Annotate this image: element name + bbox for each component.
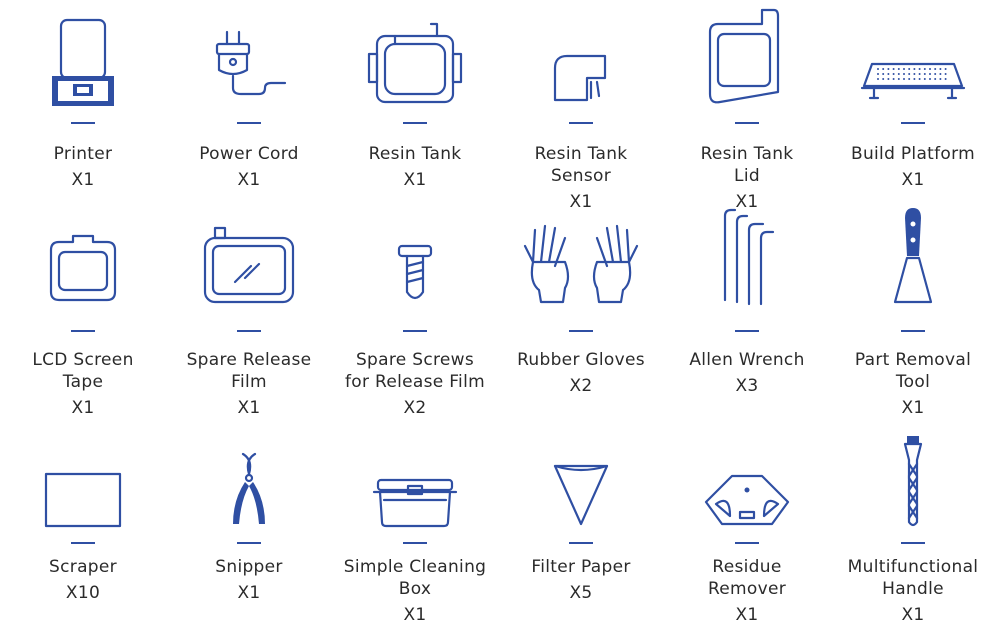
item-name-line: Tape	[62, 372, 104, 392]
item-quantity: X1	[901, 605, 925, 625]
separator-dash	[403, 122, 427, 124]
item-name-line: Handle	[882, 579, 944, 599]
item-name-line: Resin Tank	[368, 144, 462, 164]
separator-dash	[403, 330, 427, 332]
separator-dash	[735, 330, 759, 332]
item-label: Resin Tank Sensor X1	[498, 143, 664, 213]
item-label: Scraper X10	[0, 556, 166, 604]
separator-dash	[735, 542, 759, 544]
item-name-line: Build Platform	[851, 144, 975, 164]
item-label: LCD Screen Tape X1	[0, 349, 166, 419]
separator-dash	[71, 330, 95, 332]
item-name-line: Film	[231, 372, 267, 392]
item-quantity: X1	[735, 605, 759, 625]
item-name-line: Rubber Gloves	[517, 350, 645, 370]
separator-dash	[237, 122, 261, 124]
item-name-line: Scraper	[49, 557, 117, 577]
separator-dash	[901, 122, 925, 124]
item-name-line: Power Cord	[199, 144, 299, 164]
separator-dash	[403, 542, 427, 544]
item-name-line: LCD Screen	[32, 350, 134, 370]
item-label: Power Cord X1	[166, 143, 332, 191]
release-film-icon	[201, 226, 297, 306]
item-quantity: X3	[735, 376, 759, 396]
item-name-line: for Release Film	[345, 372, 485, 392]
item-quantity: X2	[403, 398, 427, 418]
scraper-icon	[42, 470, 124, 530]
item-label: Resin Tank X1	[332, 143, 498, 191]
item-label: Filter Paper X5	[498, 556, 664, 604]
item-quantity: X1	[71, 398, 95, 418]
item-label: Build Platform X1	[830, 143, 996, 191]
item-label: Printer X1	[0, 143, 166, 191]
item-quantity: X1	[237, 583, 261, 603]
item-name-line: Resin Tank	[700, 144, 794, 164]
lcd-screen-tape-icon	[45, 230, 121, 306]
item-label: Rubber Gloves X2	[498, 349, 664, 397]
printer-icon	[48, 18, 118, 108]
separator-dash	[901, 330, 925, 332]
item-name-line: Tool	[895, 372, 931, 392]
item-name-line: Simple Cleaning	[343, 557, 487, 577]
item-quantity: X1	[569, 192, 593, 212]
residue-remover-icon	[702, 470, 792, 530]
item-label: Simple Cleaning Box X1	[332, 556, 498, 626]
build-platform-icon	[858, 58, 968, 108]
item-label: Snipper X1	[166, 556, 332, 604]
item-quantity: X10	[65, 583, 101, 603]
cleaning-box-icon	[372, 474, 458, 530]
item-quantity: X1	[71, 170, 95, 190]
item-label: Allen Wrench X3	[664, 349, 830, 397]
item-label: Part Removal Tool X1	[830, 349, 996, 419]
separator-dash	[71, 122, 95, 124]
item-quantity: X1	[403, 605, 427, 625]
separator-dash	[569, 122, 593, 124]
item-name-line: Snipper	[215, 557, 283, 577]
multifunctional-handle-icon	[893, 434, 933, 530]
item-name-line: Filter Paper	[531, 557, 631, 577]
resin-tank-icon	[365, 20, 465, 108]
item-label: Resin Tank Lid X1	[664, 143, 830, 213]
item-quantity: X5	[569, 583, 593, 603]
item-label: Spare Screws for Release Film X2	[332, 349, 498, 419]
item-name-line: Residue	[712, 557, 782, 577]
snipper-icon	[219, 450, 279, 530]
item-label: Residue Remover X1	[664, 556, 830, 626]
separator-dash	[901, 542, 925, 544]
separator-dash	[569, 330, 593, 332]
item-quantity: X1	[237, 398, 261, 418]
separator-dash	[71, 542, 95, 544]
item-quantity: X1	[403, 170, 427, 190]
item-name-line: Sensor	[550, 166, 612, 186]
item-name-line: Box	[398, 579, 432, 599]
separator-dash	[735, 122, 759, 124]
item-name-line: Allen Wrench	[689, 350, 805, 370]
item-name-line: Printer	[53, 144, 113, 164]
item-name-line: Spare Release	[186, 350, 312, 370]
item-quantity: X2	[569, 376, 593, 396]
item-name-line: Multifunctional	[847, 557, 979, 577]
filter-paper-icon	[551, 460, 611, 530]
item-name-line: Remover	[707, 579, 787, 599]
item-name-line: Spare Screws	[355, 350, 475, 370]
separator-dash	[237, 542, 261, 544]
allen-wrench-icon	[717, 206, 777, 306]
screw-icon	[395, 242, 435, 306]
item-quantity: X1	[901, 398, 925, 418]
item-name-line: Resin Tank	[534, 144, 628, 164]
item-quantity: X1	[237, 170, 261, 190]
gloves-icon	[521, 222, 641, 306]
resin-tank-sensor-icon	[551, 48, 611, 108]
separator-dash	[569, 542, 593, 544]
item-name-line: Part Removal	[854, 350, 972, 370]
item-label: Spare Release Film X1	[166, 349, 332, 419]
resin-tank-lid-icon	[704, 8, 790, 108]
item-quantity: X1	[901, 170, 925, 190]
separator-dash	[237, 330, 261, 332]
item-label: Multifunctional Handle X1	[830, 556, 996, 626]
power-cord-icon	[209, 28, 289, 108]
item-name-line: Lid	[734, 166, 760, 186]
part-removal-tool-icon	[883, 206, 943, 306]
